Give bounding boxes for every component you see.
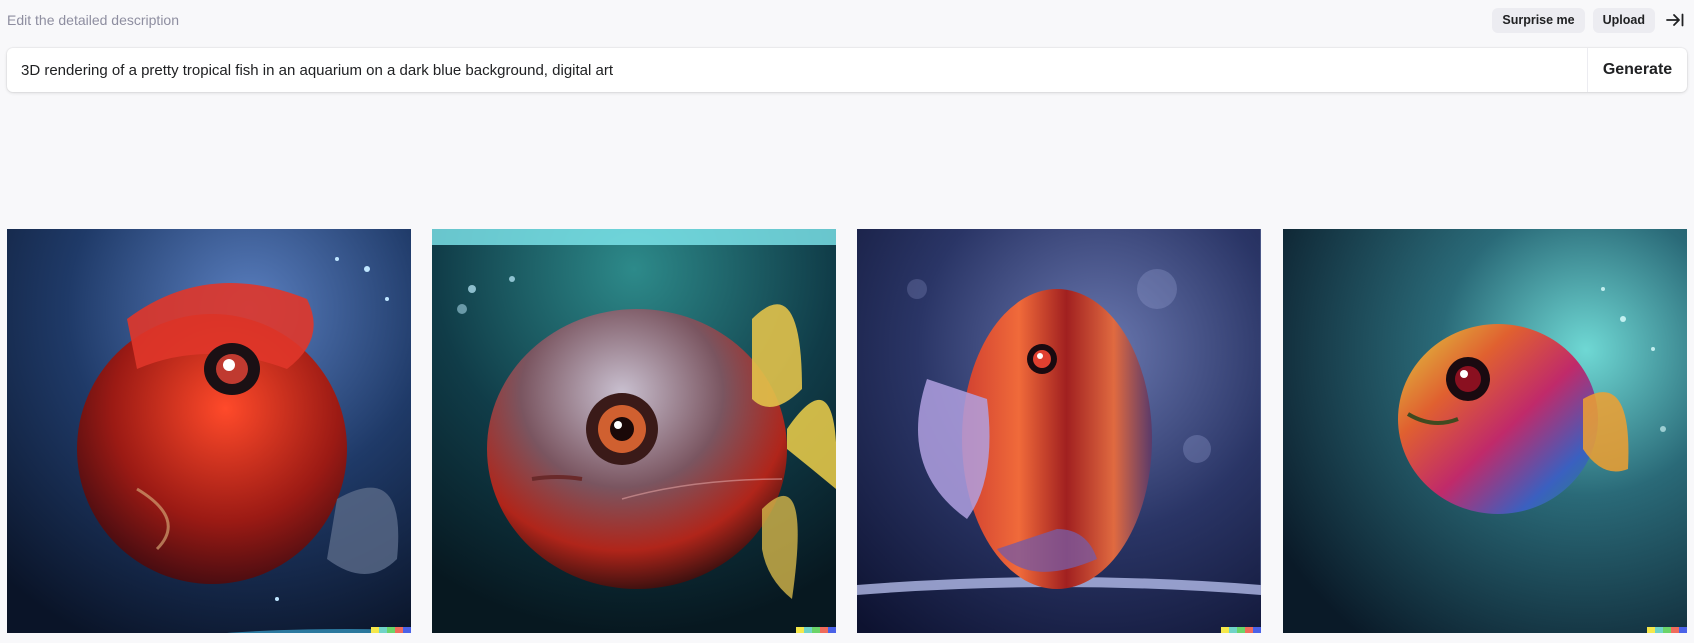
signature-strip xyxy=(1221,627,1261,633)
image-grid xyxy=(7,229,1687,633)
signature-strip xyxy=(796,627,836,633)
header: Edit the detailed description Surprise m… xyxy=(7,7,1687,33)
generated-image-4[interactable] xyxy=(1283,229,1687,633)
collapse-arrow-icon[interactable] xyxy=(1663,8,1687,32)
signature-strip xyxy=(1647,627,1687,633)
upload-button[interactable]: Upload xyxy=(1592,7,1655,33)
generated-image-3[interactable] xyxy=(857,229,1261,633)
surprise-me-button[interactable]: Surprise me xyxy=(1492,7,1585,33)
fish-image-icon xyxy=(432,229,836,633)
signature-strip xyxy=(371,627,411,633)
fish-image-icon xyxy=(1283,229,1687,633)
generate-button[interactable]: Generate xyxy=(1587,48,1687,92)
fish-image-icon xyxy=(857,229,1261,633)
fish-image-icon xyxy=(7,229,411,633)
prompt-bar: Generate xyxy=(7,48,1687,92)
header-actions: Surprise me Upload xyxy=(1492,7,1687,33)
generated-image-2[interactable] xyxy=(432,229,836,633)
prompt-hint: Edit the detailed description xyxy=(7,12,179,28)
generated-image-1[interactable] xyxy=(7,229,411,633)
prompt-input[interactable] xyxy=(7,48,1587,92)
